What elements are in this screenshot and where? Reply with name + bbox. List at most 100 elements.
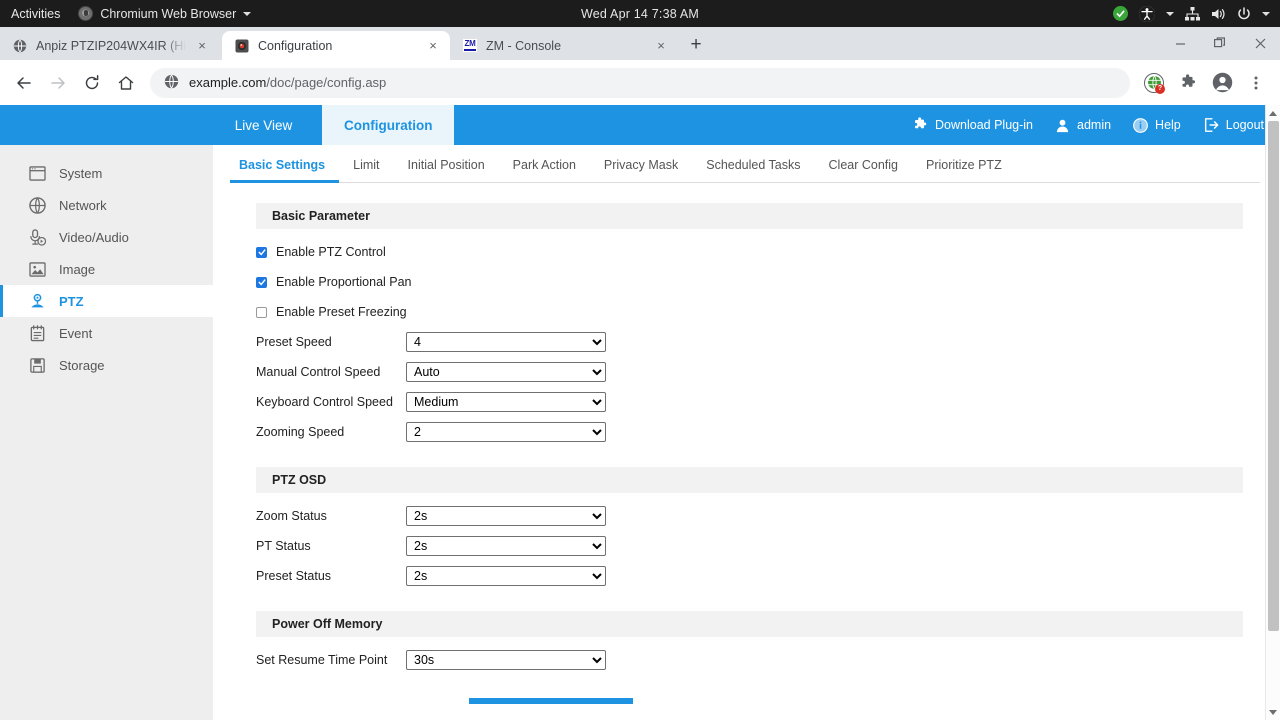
calendar-icon [28, 324, 46, 342]
app-menu-button[interactable]: Chromium Web Browser [78, 6, 252, 21]
tab-initial-position[interactable]: Initial Position [394, 158, 499, 182]
browser-tab[interactable]: Anpiz PTZIP204WX4IR (Hi × [0, 31, 222, 60]
chromium-icon [78, 6, 94, 21]
checkbox-label: Enable PTZ Control [276, 245, 386, 259]
address-bar[interactable]: example.com/doc/page/config.asp [150, 67, 1130, 98]
zoom-status-select[interactable]: 2s [406, 506, 606, 526]
field-label: Zooming Speed [256, 425, 345, 439]
forward-icon[interactable] [42, 67, 74, 99]
tab-scheduled-tasks[interactable]: Scheduled Tasks [692, 158, 814, 182]
tab-title: Configuration [258, 38, 333, 53]
checkbox-icon[interactable] [256, 246, 267, 258]
check-circle-icon [1113, 6, 1128, 21]
logout-icon [1204, 118, 1219, 132]
nav-live-view[interactable]: Live View [205, 105, 322, 145]
checkbox-icon[interactable] [256, 276, 267, 288]
sidebar-item-storage[interactable]: Storage [0, 349, 213, 381]
pt-status-select[interactable]: 2s [406, 536, 606, 556]
tab-park-action[interactable]: Park Action [499, 158, 590, 182]
puzzle-icon[interactable] [1172, 67, 1204, 99]
preset-status-select[interactable]: 2s [406, 566, 606, 586]
globe-icon [12, 38, 28, 54]
window-controls [1160, 27, 1280, 60]
globe-icon [28, 196, 46, 214]
browser-toolbar: example.com/doc/page/config.asp ? [0, 60, 1280, 105]
nav-configuration[interactable]: Configuration [322, 105, 455, 145]
close-button[interactable] [1240, 27, 1280, 59]
chevron-down-icon[interactable] [1166, 11, 1174, 16]
power-icon[interactable] [1237, 6, 1251, 21]
tab-privacy-mask[interactable]: Privacy Mask [590, 158, 692, 182]
field-label: Preset Status [256, 569, 332, 583]
sidebar-item-image[interactable]: Image [0, 253, 213, 285]
sidebar-item-network[interactable]: Network [0, 189, 213, 221]
sidebar-item-ptz[interactable]: PTZ [0, 285, 213, 317]
desktop-top-bar: Activities Chromium Web Browser Wed Apr … [0, 0, 1280, 27]
sidebar-item-video-audio[interactable]: Video/Audio [0, 221, 213, 253]
activities-button[interactable]: Activities [11, 7, 60, 21]
checkbox-enable-preset-freezing[interactable]: Enable Preset Freezing [213, 297, 1280, 327]
checkbox-enable-proportional-pan[interactable]: Enable Proportional Pan [213, 267, 1280, 297]
mic-icon [28, 228, 46, 246]
tab-prioritize-ptz[interactable]: Prioritize PTZ [912, 158, 1016, 182]
browser-tab-active[interactable]: Configuration × [222, 31, 450, 60]
chevron-down-icon[interactable] [1262, 11, 1270, 16]
field-zoom-status: Zoom Status 2s [213, 501, 1280, 531]
site-info-icon[interactable] [164, 74, 179, 92]
save-button[interactable] [469, 698, 633, 704]
scroll-down-button[interactable] [1266, 704, 1280, 720]
field-label: Manual Control Speed [256, 365, 381, 379]
field-label: Zoom Status [256, 509, 327, 523]
zoneminder-icon: ZM [462, 38, 478, 54]
help-label: Help [1155, 118, 1181, 132]
logout-button[interactable]: Logout [1203, 117, 1264, 133]
reload-icon[interactable] [76, 67, 108, 99]
sidebar-item-system[interactable]: System [0, 157, 213, 189]
close-icon[interactable]: × [425, 38, 441, 54]
app-menu-label: Chromium Web Browser [100, 6, 237, 21]
close-icon[interactable]: × [653, 38, 669, 54]
close-icon[interactable]: × [194, 38, 210, 54]
browser-tab[interactable]: ZM ZM - Console × [450, 31, 678, 60]
set-resume-time-point-select[interactable]: 30s [406, 650, 606, 670]
browser-tab-strip: Anpiz PTZIP204WX4IR (Hi × Configuration … [0, 27, 1280, 60]
section-basic-parameter-title: Basic Parameter [256, 203, 1243, 229]
help-button[interactable]: Help [1133, 117, 1181, 133]
avatar[interactable] [1206, 67, 1238, 99]
minimize-button[interactable] [1160, 27, 1200, 59]
home-icon[interactable] [110, 67, 142, 99]
tab-basic-settings[interactable]: Basic Settings [230, 158, 340, 183]
new-tab-button[interactable]: + [682, 31, 710, 59]
volume-icon[interactable] [1211, 7, 1226, 21]
sidebar-item-label: Image [59, 261, 96, 277]
tab-clear-config[interactable]: Clear Config [815, 158, 912, 182]
checkbox-label: Enable Proportional Pan [276, 275, 412, 289]
restore-button[interactable] [1200, 27, 1240, 59]
tab-limit[interactable]: Limit [339, 158, 393, 182]
checkbox-icon[interactable] [256, 306, 267, 318]
zooming-speed-select[interactable]: 2 [406, 422, 606, 442]
back-icon[interactable] [8, 67, 40, 99]
tab-title: Anpiz PTZIP204WX4IR (Hi [36, 38, 186, 53]
network-icon[interactable] [1185, 6, 1200, 21]
scroll-up-button[interactable] [1266, 105, 1280, 121]
chevron-down-icon [243, 11, 252, 16]
save-icon [28, 356, 46, 374]
field-label: Keyboard Control Speed [256, 395, 393, 409]
url-host: example.com [189, 75, 267, 90]
page-scrollbar[interactable] [1265, 105, 1280, 720]
keyboard-control-speed-select[interactable]: Medium [406, 392, 606, 412]
sidebar-item-event[interactable]: Event [0, 317, 213, 349]
globe-translate-icon[interactable]: ? [1138, 67, 1170, 99]
checkbox-enable-ptz-control[interactable]: Enable PTZ Control [213, 237, 1280, 267]
user-menu[interactable]: admin [1055, 118, 1111, 133]
accessibility-icon[interactable] [1139, 5, 1155, 22]
preset-speed-select[interactable]: 4 [406, 332, 606, 352]
download-plugin-button[interactable]: Download Plug-in [912, 117, 1033, 133]
section-power-off-memory-title: Power Off Memory [256, 611, 1243, 637]
three-dot-menu-icon[interactable] [1240, 67, 1272, 99]
logout-label: Logout [1225, 118, 1264, 132]
manual-control-speed-select[interactable]: Auto [406, 362, 606, 382]
scrollbar-thumb[interactable] [1268, 121, 1279, 631]
picture-icon [28, 260, 46, 278]
